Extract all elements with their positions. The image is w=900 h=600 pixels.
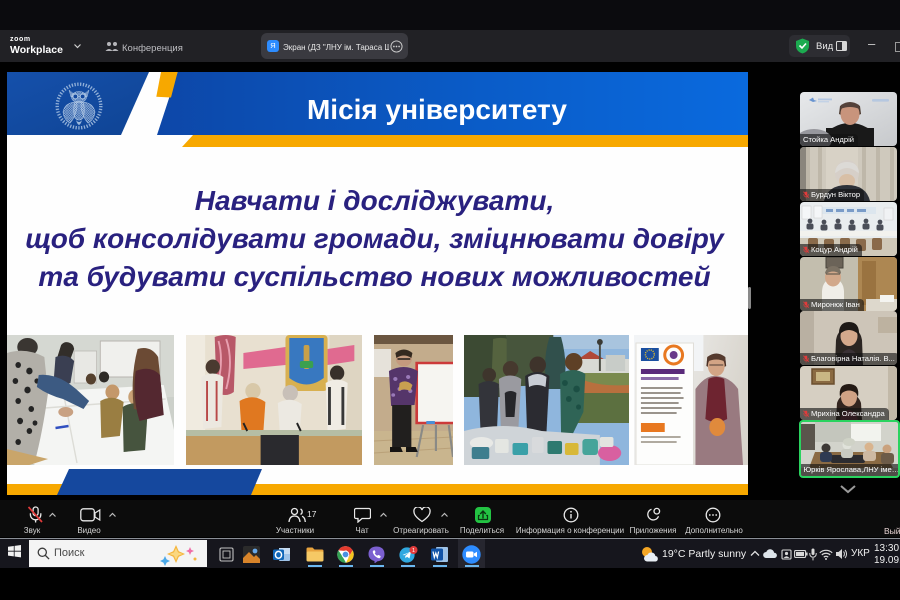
svg-text:1: 1 [412, 548, 415, 554]
